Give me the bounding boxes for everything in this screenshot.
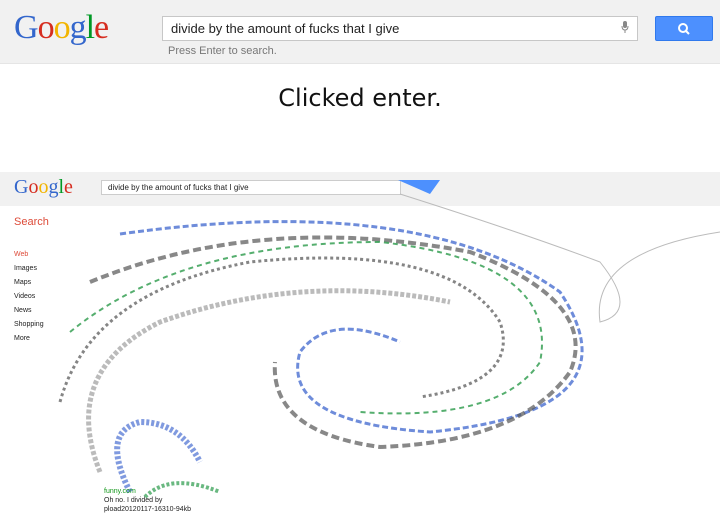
search-icon xyxy=(678,23,690,35)
logo-letter: o xyxy=(53,9,71,46)
logo-letter: l xyxy=(85,9,96,46)
google-logo[interactable]: Google xyxy=(14,9,109,47)
search-input[interactable]: divide by the amount of fucks that I giv… xyxy=(162,16,638,41)
microphone-icon[interactable] xyxy=(621,21,629,33)
logo-letter: g xyxy=(69,9,87,46)
caption-text: Clicked enter. xyxy=(278,84,442,112)
search-query-text: divide by the amount of fucks that I giv… xyxy=(171,21,400,36)
result-url: funny.com xyxy=(104,488,136,495)
result-id: pload20120117-16310-94kb xyxy=(104,506,192,513)
search-button[interactable] xyxy=(655,16,713,41)
logo-letter: o xyxy=(37,9,55,46)
result-snippet: Oh no. I divided by xyxy=(104,497,163,504)
search-header: Google divide by the amount of fucks tha… xyxy=(0,0,720,64)
logo-letter: G xyxy=(14,9,39,46)
swirl-distortion xyxy=(58,180,720,499)
embedded-result-footer: funny.com Oh no. I divided by pload20120… xyxy=(104,487,191,514)
logo-letter: e xyxy=(94,9,109,46)
swirled-screenshot: Google divide by the amount of fucks tha… xyxy=(0,172,720,523)
search-hint: Press Enter to search. xyxy=(168,45,277,57)
